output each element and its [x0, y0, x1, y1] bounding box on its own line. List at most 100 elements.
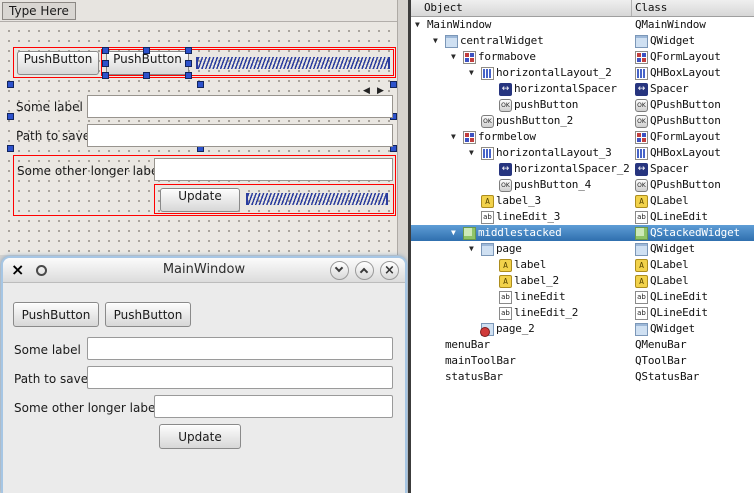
selection-handle[interactable] [7, 145, 14, 152]
selection-handle[interactable] [185, 47, 192, 54]
preview-lineedit-3[interactable] [154, 395, 393, 418]
maximize-button[interactable] [355, 261, 374, 280]
tree-row-centralWidget[interactable]: centralWidget QWidget [411, 33, 754, 49]
tree-row-horizontalLayout_3[interactable]: horizontalLayout_3 QHBoxLayout [411, 145, 754, 161]
selection-handle[interactable] [7, 81, 14, 88]
expand-arrow-icon[interactable] [415, 17, 427, 33]
horizontal-spacer[interactable] [196, 57, 390, 69]
tree-row-horizontalSpacer_2[interactable]: horizontalSpacer_2 Spacer [411, 161, 754, 177]
chevron-down-icon [334, 263, 344, 273]
widget-icon [481, 242, 494, 256]
class-name: QFormLayout [650, 50, 721, 63]
expand-arrow-icon[interactable] [451, 225, 463, 241]
designer-lineedit-2[interactable] [87, 124, 393, 147]
selection-handle[interactable] [143, 47, 150, 54]
preview-pushbutton-1[interactable]: PushButton [13, 302, 99, 327]
designer-lineedit-3[interactable] [154, 158, 393, 181]
tree-row-statusBar[interactable]: statusBar QStatusBar [411, 369, 754, 385]
expand-arrow-icon[interactable] [451, 129, 463, 145]
class-name: QLabel [650, 258, 689, 271]
tree-row-label_3[interactable]: label_3 QLabel [411, 193, 754, 209]
tree-row-label_2[interactable]: label_2 QLabel [411, 273, 754, 289]
tree-row-formbelow[interactable]: formbelow QFormLayout [411, 129, 754, 145]
class-name: QStackedWidget [650, 226, 740, 239]
button-icon [635, 98, 648, 112]
button-icon [635, 178, 648, 192]
selection-handle[interactable] [197, 81, 204, 88]
tree-row-pushButton[interactable]: pushButton QPushButton [411, 97, 754, 113]
selection-handle[interactable] [102, 47, 109, 54]
chevron-up-icon [359, 267, 369, 277]
preview-update-button[interactable]: Update [159, 424, 241, 449]
object-name: horizontalLayout_2 [496, 66, 612, 79]
selection-handle[interactable] [102, 60, 109, 67]
tree-row-pushButton_2[interactable]: pushButton_2 QPushButton [411, 113, 754, 129]
preview-pushbutton-2[interactable]: PushButton [105, 302, 191, 327]
preview-titlebar[interactable]: × MainWindow × [3, 258, 405, 283]
selection-handle[interactable] [185, 72, 192, 79]
designer-update-button[interactable]: Update [160, 188, 240, 212]
tree-row-pushButton_4[interactable]: pushButton_4 QPushButton [411, 177, 754, 193]
label-icon [499, 258, 512, 272]
object-name: menuBar [445, 338, 490, 351]
column-header-object[interactable]: Object [411, 0, 632, 16]
tree-row-horizontalLayout_2[interactable]: horizontalLayout_2 QHBoxLayout [411, 65, 754, 81]
tree-row-formabove[interactable]: formabove QFormLayout [411, 49, 754, 65]
tree-row-page[interactable]: page QWidget [411, 241, 754, 257]
label-icon [635, 258, 648, 272]
designer-menubar: Type Here [0, 0, 397, 22]
class-name: Spacer [650, 162, 689, 175]
form-icon [463, 50, 476, 64]
selection-handle[interactable] [185, 60, 192, 67]
object-name: lineEdit_3 [496, 210, 561, 223]
widget-icon [635, 322, 648, 336]
lineedit-icon [481, 210, 494, 224]
selection-handle[interactable] [390, 81, 397, 88]
form-editor-canvas[interactable]: Type Here PushButton PushButton ◀ ▶ Some… [0, 0, 398, 255]
lineedit-icon [635, 306, 648, 320]
expand-arrow-icon[interactable] [469, 241, 481, 257]
object-name: label_3 [496, 194, 541, 207]
tree-row-page_2[interactable]: page_2 QWidget [411, 321, 754, 337]
expand-arrow-icon[interactable] [469, 145, 481, 161]
expand-arrow-icon[interactable] [451, 49, 463, 65]
tree-row-MainWindow[interactable]: MainWindow QMainWindow [411, 17, 754, 33]
button-icon [635, 114, 648, 128]
selection-handle[interactable] [102, 72, 109, 79]
tree-row-label[interactable]: label QLabel [411, 257, 754, 273]
designer-label-path[interactable]: Path to save [16, 129, 90, 143]
column-header-class[interactable]: Class [632, 0, 754, 16]
tree-row-horizontalSpacer[interactable]: horizontalSpacer Spacer [411, 81, 754, 97]
preview-lineedit[interactable] [87, 337, 393, 360]
horizontal-spacer-2[interactable] [246, 193, 388, 205]
form-icon [635, 130, 648, 144]
preview-lineedit-2[interactable] [87, 366, 393, 389]
designer-label-some[interactable]: Some label [16, 100, 83, 114]
designer-pushbutton-2[interactable]: PushButton [17, 51, 99, 75]
close-button[interactable]: × [380, 261, 399, 280]
expand-arrow-icon[interactable] [469, 65, 481, 81]
designer-label-3[interactable]: Some other longer label [17, 164, 162, 178]
hbox-icon [635, 66, 648, 80]
tree-row-lineEdit_3[interactable]: lineEdit_3 QLineEdit [411, 209, 754, 225]
class-name: QWidget [650, 242, 695, 255]
tree-row-lineEdit[interactable]: lineEdit QLineEdit [411, 289, 754, 305]
minimize-button[interactable] [330, 261, 349, 280]
qt-designer-screen: Type Here PushButton PushButton ◀ ▶ Some… [0, 0, 754, 493]
selection-handle[interactable] [7, 113, 14, 120]
selection-handle[interactable] [143, 72, 150, 79]
class-name: QToolBar [635, 354, 687, 367]
class-name: QHBoxLayout [650, 66, 721, 79]
object-name: horizontalSpacer [514, 82, 617, 95]
expand-arrow-icon[interactable] [433, 33, 445, 49]
menu-type-here[interactable]: Type Here [2, 2, 76, 20]
object-name: centralWidget [460, 34, 544, 47]
tree-row-middlestacked[interactable]: middlestacked QStackedWidget [411, 225, 754, 241]
tree-row-lineEdit_2[interactable]: lineEdit_2 QLineEdit [411, 305, 754, 321]
hbox-icon [481, 146, 494, 160]
tree-row-menuBar[interactable]: menuBar QMenuBar [411, 337, 754, 353]
tree-row-mainToolBar[interactable]: mainToolBar QToolBar [411, 353, 754, 369]
label-icon [635, 274, 648, 288]
class-name: QLineEdit [650, 306, 708, 319]
designer-lineedit[interactable] [87, 95, 393, 118]
